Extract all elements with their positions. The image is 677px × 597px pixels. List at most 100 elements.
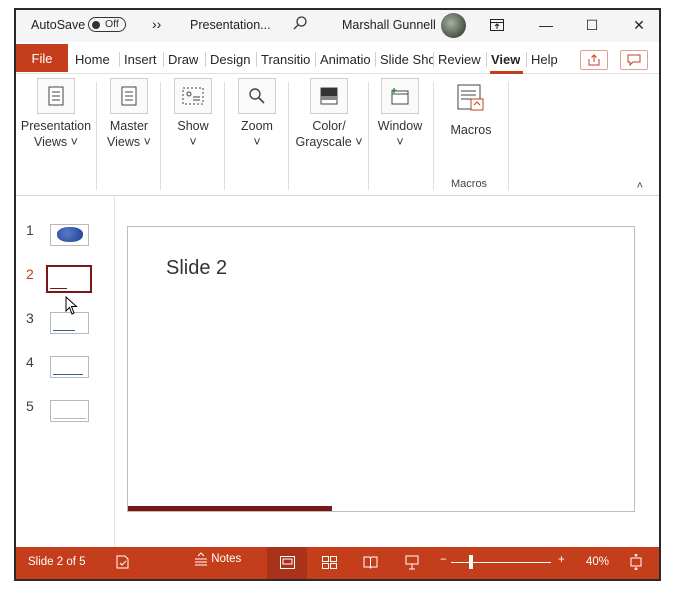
- ribbon-divider: [368, 82, 369, 190]
- color-label-2: Grayscale ˅: [295, 135, 363, 149]
- master-views-label-1: Master: [109, 119, 149, 133]
- reading-view-icon: [363, 556, 378, 569]
- macros-button[interactable]: Macros: [446, 78, 496, 138]
- status-bar: Slide 2 of 5 Notes − + 40%: [16, 547, 659, 579]
- search-icon[interactable]: [292, 15, 308, 34]
- tab-review[interactable]: Review: [433, 52, 481, 67]
- autosave-label: AutoSave: [31, 18, 86, 32]
- more-commands-button[interactable]: ››: [152, 16, 161, 32]
- ribbon-divider: [224, 82, 225, 190]
- thumbnail-image[interactable]: [50, 224, 89, 246]
- window-button[interactable]: Window ˅: [374, 78, 426, 150]
- presentation-views-button[interactable]: Presentation Views ˅: [20, 78, 92, 150]
- notes-icon: [195, 552, 207, 566]
- ribbon-divider: [433, 82, 434, 190]
- tab-insert[interactable]: Insert: [119, 52, 157, 67]
- thumbnail-number: 5: [26, 398, 34, 414]
- new-window-icon: [381, 78, 419, 114]
- powerpoint-window: AutoSave Off ›› Presentation... Marshall…: [14, 8, 661, 581]
- slide-thumbnails-pane: 1 2 3 4 5: [16, 196, 115, 548]
- comments-button[interactable]: [620, 50, 648, 70]
- mouse-cursor-icon: [65, 296, 78, 315]
- tab-draw[interactable]: Draw: [163, 52, 198, 67]
- tab-help[interactable]: Help: [526, 52, 558, 67]
- thumbnail-number: 2: [26, 266, 34, 282]
- zoom-slider-track[interactable]: [451, 562, 551, 563]
- show-label-1: Show: [177, 119, 209, 133]
- thumbnail-graphic: [57, 227, 83, 242]
- thumbnail-line: [53, 374, 83, 375]
- macros-label: Macros: [450, 123, 492, 137]
- notes-button[interactable]: Notes: [194, 552, 241, 566]
- show-icon: [174, 78, 212, 114]
- zoom-out-button[interactable]: −: [440, 554, 447, 566]
- ribbon-display-button[interactable]: [486, 15, 508, 35]
- normal-view-button[interactable]: [267, 547, 307, 579]
- ribbon-divider: [288, 82, 289, 190]
- minimize-button[interactable]: —: [535, 15, 557, 35]
- tab-transitions[interactable]: Transitio: [256, 52, 316, 67]
- thumbnail-slide-5[interactable]: 5: [16, 394, 114, 424]
- tab-animations[interactable]: Animatio: [315, 52, 375, 67]
- thumbnail-line: [53, 330, 76, 331]
- show-label-2: ˅: [189, 135, 197, 149]
- ribbon: Presentation Views ˅ Master Views ˅ Show…: [16, 74, 659, 196]
- slide-title[interactable]: Slide 2: [166, 257, 227, 280]
- avatar[interactable]: [441, 13, 466, 38]
- zoom-slider-thumb[interactable]: [469, 555, 473, 569]
- master-views-button[interactable]: Master Views ˅: [104, 78, 154, 150]
- zoom-level[interactable]: 40%: [586, 556, 609, 568]
- slide-canvas[interactable]: Slide 2: [127, 226, 635, 512]
- user-name[interactable]: Marshall Gunnell: [342, 18, 436, 32]
- zoom-label-1: Zoom: [241, 119, 273, 133]
- thumbnail-line: [50, 288, 67, 289]
- toggle-knob: [92, 20, 100, 29]
- slide-accent-bar: [128, 506, 332, 511]
- normal-view-icon: [280, 556, 295, 569]
- window-label-1: Window: [377, 119, 423, 133]
- ribbon-divider: [96, 82, 97, 190]
- notes-label: Notes: [211, 553, 242, 566]
- show-button[interactable]: Show ˅: [170, 78, 216, 150]
- autosave-toggle[interactable]: Off: [88, 17, 126, 32]
- thumbnail-slide-1[interactable]: 1: [16, 218, 114, 248]
- share-icon: [588, 54, 600, 66]
- zoom-label-2: ˅: [253, 135, 261, 149]
- zoom-in-button[interactable]: +: [558, 554, 565, 566]
- macros-group-label: Macros: [451, 178, 488, 190]
- master-views-icon: [110, 78, 148, 114]
- slide-sorter-button[interactable]: [322, 556, 337, 572]
- collapse-ribbon-button[interactable]: ˄: [637, 180, 643, 192]
- slide-show-icon: [405, 555, 419, 570]
- reading-view-button[interactable]: [363, 556, 378, 572]
- color-label-1: Color/: [312, 119, 346, 133]
- close-button[interactable]: ✕: [628, 15, 650, 35]
- color-grayscale-icon: [310, 78, 348, 114]
- thumbnail-image[interactable]: [50, 356, 89, 378]
- slide-show-button[interactable]: [405, 555, 419, 573]
- document-name[interactable]: Presentation...: [190, 18, 271, 32]
- presentation-views-label-1: Presentation: [20, 119, 92, 133]
- ribbon-divider: [160, 82, 161, 190]
- thumbnail-line: [53, 418, 87, 419]
- tab-slide-show[interactable]: Slide Sho: [375, 52, 434, 67]
- fit-to-window-icon: [630, 553, 642, 571]
- tab-file[interactable]: File: [16, 44, 68, 72]
- maximize-button[interactable]: ☐: [581, 15, 603, 35]
- slide-count: Slide 2 of 5: [28, 556, 86, 568]
- fit-slide-button[interactable]: [628, 553, 644, 573]
- thumbnail-image-selected[interactable]: [46, 265, 92, 293]
- tab-view[interactable]: View: [486, 52, 520, 67]
- tab-home[interactable]: Home: [75, 52, 110, 67]
- color-grayscale-button[interactable]: Color/ Grayscale ˅: [294, 78, 364, 150]
- thumbnail-slide-4[interactable]: 4: [16, 350, 114, 380]
- thumbnail-slide-2[interactable]: 2: [16, 262, 114, 293]
- zoom-button[interactable]: Zoom ˅: [234, 78, 280, 150]
- autosave-state: Off: [105, 18, 119, 30]
- window-label-2: ˅: [396, 135, 404, 149]
- tab-design[interactable]: Design: [205, 52, 250, 67]
- thumbnail-number: 1: [26, 222, 34, 238]
- spell-check-icon[interactable]: [116, 554, 130, 573]
- thumbnail-image[interactable]: [50, 400, 89, 422]
- share-button[interactable]: [580, 50, 608, 70]
